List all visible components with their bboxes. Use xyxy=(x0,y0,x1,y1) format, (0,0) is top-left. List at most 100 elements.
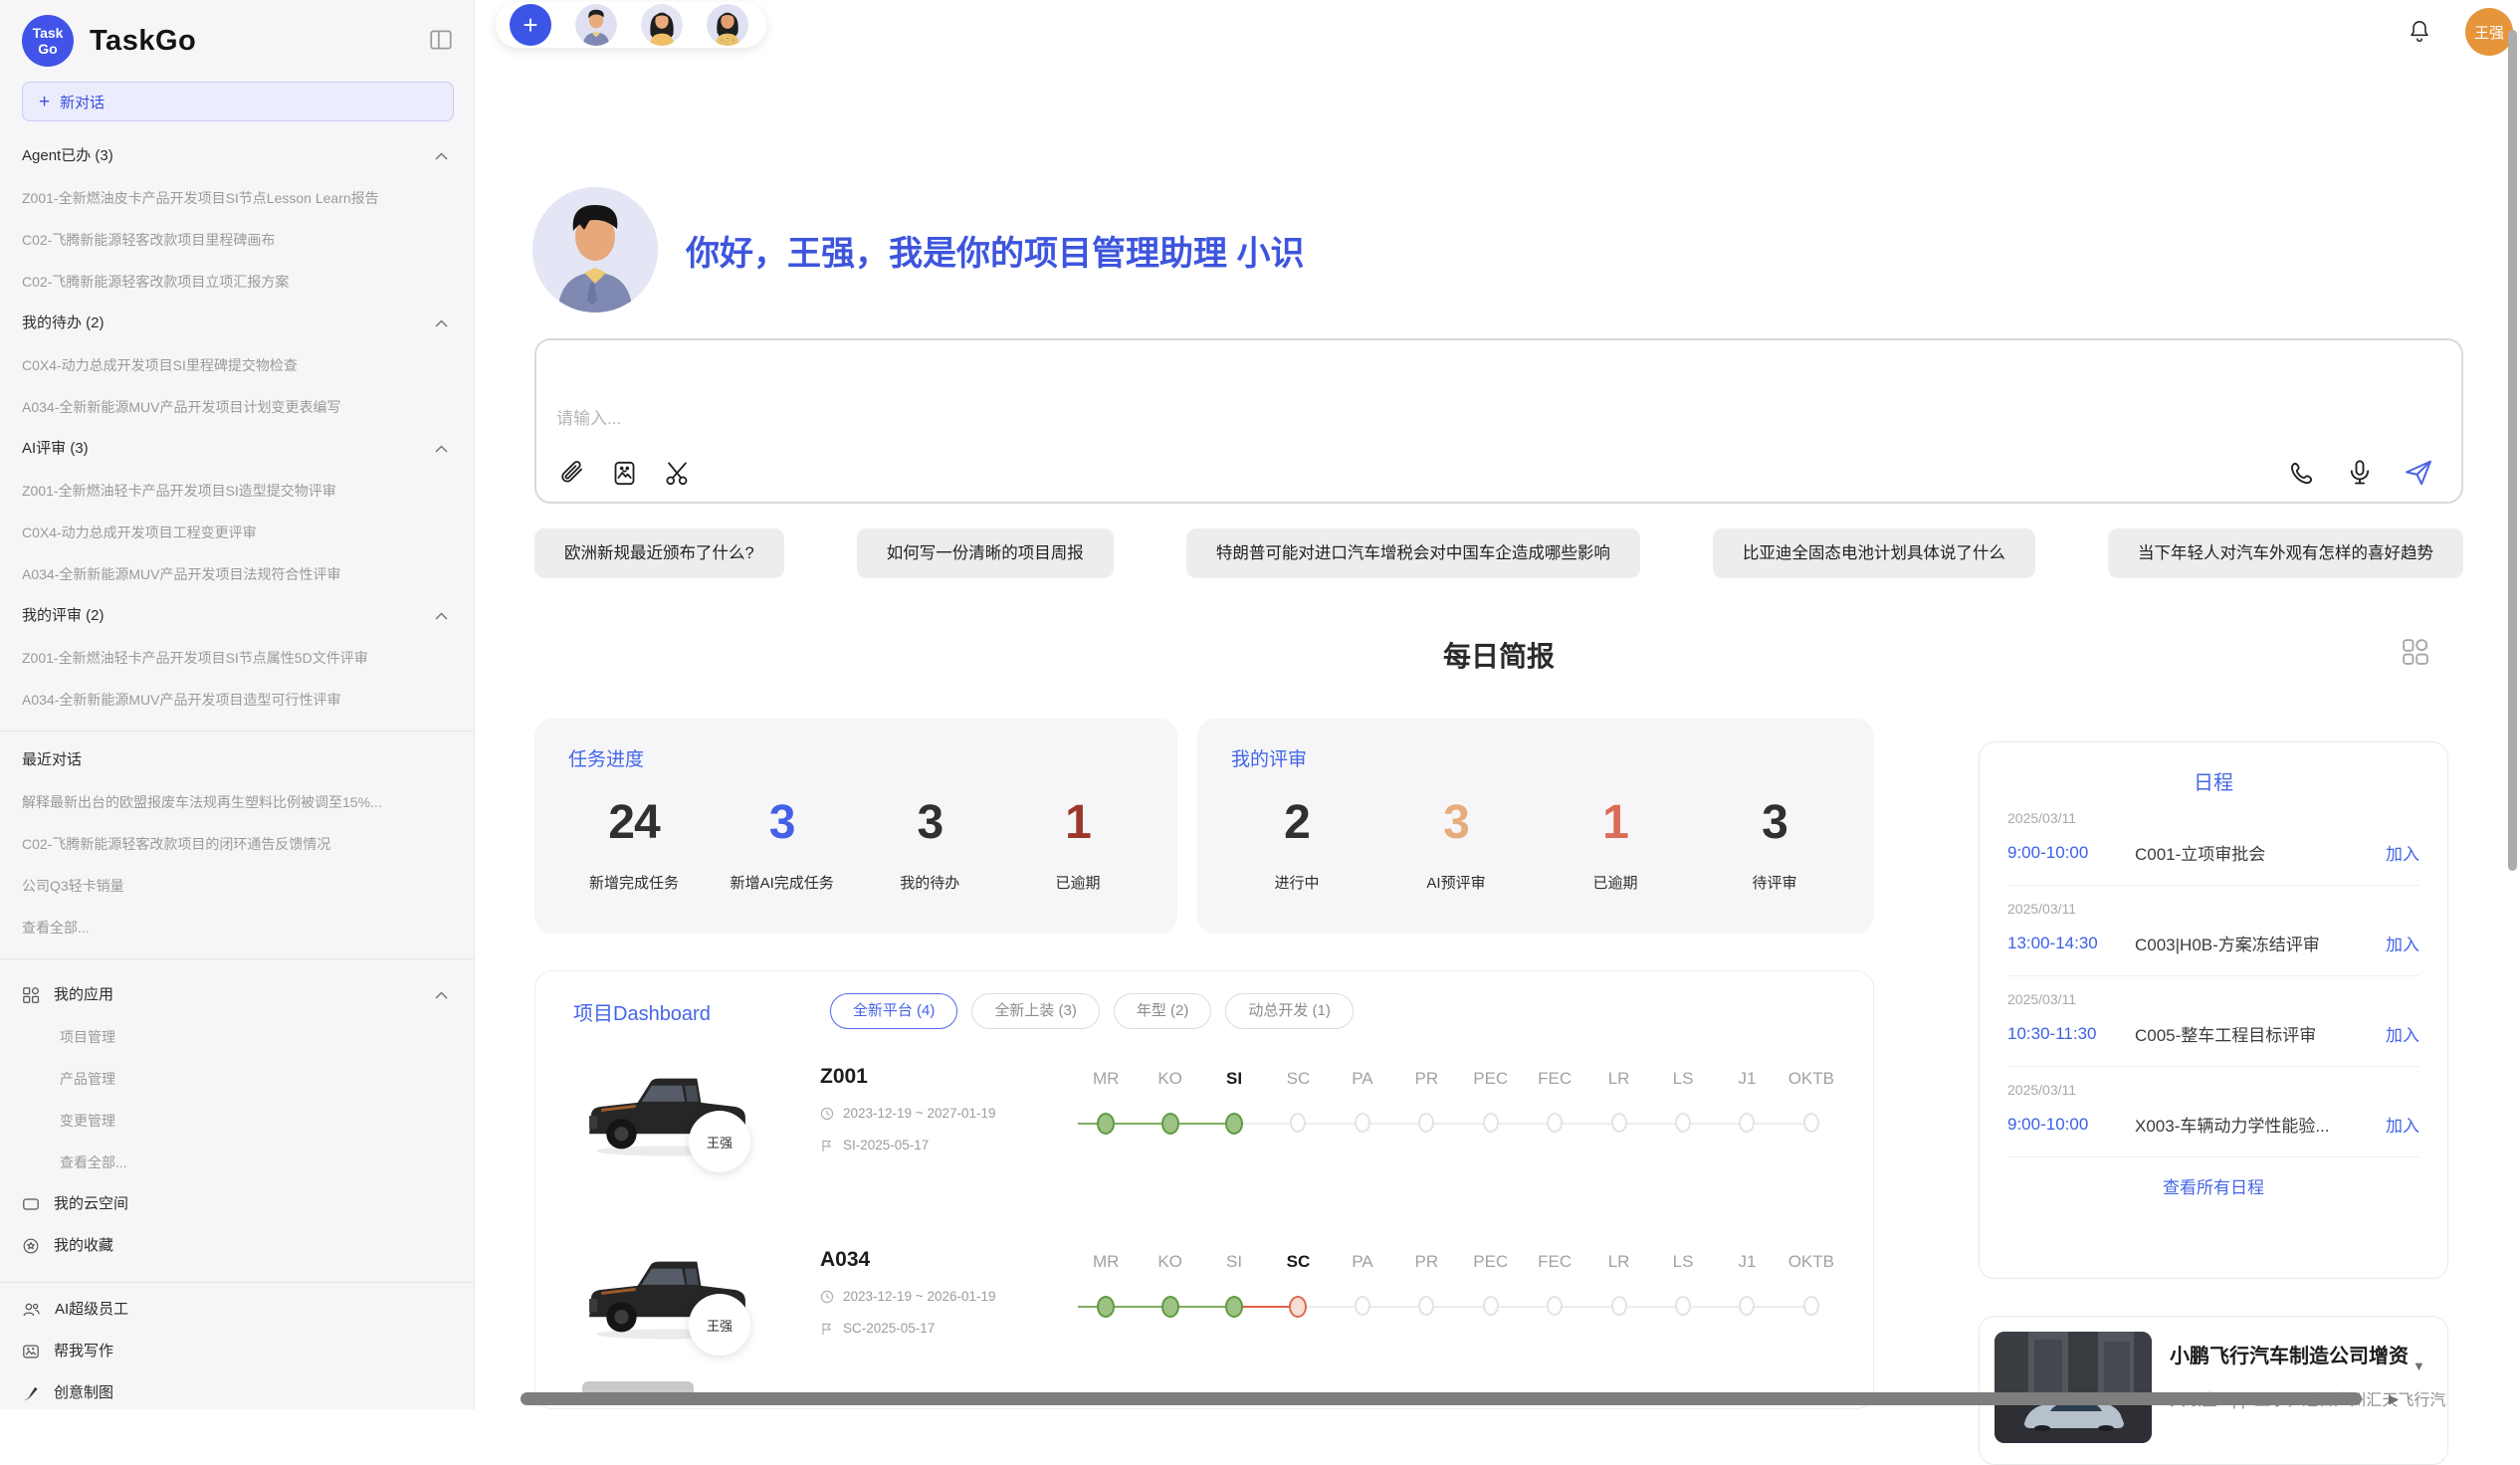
milestone-dot-pending xyxy=(1355,1296,1370,1316)
tab-model-year[interactable]: 年型 (2) xyxy=(1114,993,1212,1029)
sidebar-task-item[interactable]: C0X4-动力总成开发项目工程变更评审 xyxy=(22,512,454,553)
milestone-dot-pending xyxy=(1418,1296,1434,1316)
schedule-time: 9:00-10:00 xyxy=(2007,1115,2135,1135)
sidebar-task-item[interactable]: C0X4-动力总成开发项目SI里程碑提交物检查 xyxy=(22,344,454,386)
chat-input[interactable] xyxy=(536,340,2461,444)
join-meeting-link[interactable]: 加入 xyxy=(2386,840,2419,865)
agent-avatar[interactable] xyxy=(641,4,683,46)
milestone-dot-pending xyxy=(1611,1296,1627,1316)
news-card[interactable]: 小鹏飞行汽车制造公司增资 天眼查 App 显示，近日广州汇天飞行汽... xyxy=(1979,1316,2448,1465)
stat-label: 新增AI完成任务 xyxy=(731,872,834,893)
sidebar-task-item[interactable]: Z001-全新燃油轻卡产品开发项目SI造型提交物评审 xyxy=(22,470,454,512)
tab-new-platform[interactable]: 全新平台 (4) xyxy=(830,993,958,1029)
sidebar-task-item[interactable]: C02-飞腾新能源轻客改款项目立项汇报方案 xyxy=(22,261,454,303)
chevron-up-icon[interactable] xyxy=(435,319,448,327)
sidebar-task-item[interactable]: Z001-全新燃油皮卡产品开发项目SI节点Lesson Learn报告 xyxy=(22,177,454,219)
sidebar-item-ai-staff[interactable]: AI超级员工 xyxy=(22,1289,454,1331)
project-row-a034[interactable]: 王强 A034 2023-12-19 ~ 2026-01-19 SC-2025-… xyxy=(565,1244,1843,1395)
sidebar-task-item[interactable]: Z001-全新燃油轻卡产品开发项目SI节点属性5D文件评审 xyxy=(22,637,454,679)
microphone-icon[interactable] xyxy=(2346,459,2374,487)
agent-avatar[interactable] xyxy=(707,4,748,46)
sidebar-task-item[interactable]: A034-全新新能源MUV产品开发项目法规符合性评审 xyxy=(22,553,454,595)
schedule-date: 2025/03/11 xyxy=(2007,901,2419,917)
milestone-label: FEC xyxy=(1538,1252,1572,1296)
layout-grid-icon[interactable] xyxy=(2401,637,2430,667)
suggestion-chip[interactable]: 欧洲新规最近颁布了什么? xyxy=(534,528,784,578)
milestone-dot-pending xyxy=(1739,1113,1755,1133)
dashboard-title: 项目Dashboard xyxy=(573,997,711,1026)
greeting-title: 你好，王强，我是你的项目管理助理 小识 xyxy=(686,226,1304,275)
project-row-z001[interactable]: 王强 Z001 2023-12-19 ~ 2027-01-19 SI-2025-… xyxy=(565,1061,1843,1212)
send-icon[interactable] xyxy=(2404,458,2433,488)
recent-chat-item[interactable]: C02-飞腾新能源轻客改款项目的闭环通告反馈情况 xyxy=(22,823,454,865)
voice-call-icon[interactable] xyxy=(2288,459,2316,487)
app-item-change-mgmt[interactable]: 变更管理 xyxy=(22,1100,454,1142)
app-item-project-mgmt[interactable]: 项目管理 xyxy=(22,1016,454,1058)
sidebar-task-item[interactable]: C02-飞腾新能源轻客改款项目里程碑画布 xyxy=(22,219,454,261)
suggestion-chip[interactable]: 比亚迪全固态电池计划具体说了什么 xyxy=(1713,528,2035,578)
horizontal-scrollbar[interactable] xyxy=(521,1392,2362,1405)
project-image: 王强 xyxy=(583,1244,790,1346)
stat-value: 24 xyxy=(608,795,659,850)
suggestion-chip[interactable]: 特朗普可能对进口汽车增税会对中国车企造成哪些影响 xyxy=(1186,528,1640,578)
recent-chats-header: 最近对话 xyxy=(22,739,454,781)
milestone-label: LS xyxy=(1673,1069,1694,1113)
chevron-up-icon[interactable] xyxy=(435,612,448,620)
vertical-scrollbar[interactable] xyxy=(2508,30,2517,871)
apps-view-all[interactable]: 查看全部... xyxy=(22,1142,454,1183)
join-meeting-link[interactable]: 加入 xyxy=(2386,931,2419,955)
chevron-up-icon[interactable] xyxy=(435,445,448,453)
stat-label: AI预评审 xyxy=(1426,872,1485,893)
milestone-dot-pending xyxy=(1675,1296,1691,1316)
chevron-up-icon[interactable] xyxy=(435,991,448,999)
sidebar-item-my-apps[interactable]: 我的应用 xyxy=(22,974,454,1016)
app-item-product-mgmt[interactable]: 产品管理 xyxy=(22,1058,454,1100)
schedule-item: 2025/03/11 10:30-11:30 C005-整车工程目标评审 加入 xyxy=(2007,976,2419,1067)
sidebar-item-cloud-space[interactable]: 我的云空间 xyxy=(22,1183,454,1225)
milestone-dot-pending xyxy=(1739,1296,1755,1316)
suggestion-chip[interactable]: 当下年轻人对汽车外观有怎样的喜好趋势 xyxy=(2108,528,2463,578)
suggestion-chip[interactable]: 如何写一份清晰的项目周报 xyxy=(857,528,1114,578)
image-upload-icon[interactable] xyxy=(611,460,638,487)
sidebar-task-item[interactable]: A034-全新新能源MUV产品开发项目造型可行性评审 xyxy=(22,679,454,721)
section-header-my-todo[interactable]: 我的待办 (2) xyxy=(22,303,454,344)
new-chat-button[interactable]: + 新对话 xyxy=(22,82,454,121)
user-avatar[interactable]: 王强 xyxy=(2465,8,2513,56)
join-meeting-link[interactable]: 加入 xyxy=(2386,1112,2419,1137)
daily-briefing-title: 每日简报 xyxy=(534,635,2463,675)
recent-chats-view-all[interactable]: 查看全部... xyxy=(22,907,454,948)
section-header-ai-review[interactable]: AI评审 (3) xyxy=(22,428,454,470)
view-all-schedule-link[interactable]: 查看所有日程 xyxy=(2007,1173,2419,1198)
sidebar-task-item[interactable]: A034-全新新能源MUV产品开发项目计划变更表编写 xyxy=(22,386,454,428)
section-header-my-review[interactable]: 我的评审 (2) xyxy=(22,595,454,637)
recent-chat-item[interactable]: 公司Q3轻卡销量 xyxy=(22,865,454,907)
stat-pending-review: 3 待评审 xyxy=(1719,795,1830,893)
favorites-label: 我的收藏 xyxy=(54,1225,454,1267)
sidebar-item-help-write[interactable]: 帮我写作 xyxy=(22,1331,454,1372)
sidebar-item-creative-draw[interactable]: 创意制图 xyxy=(22,1372,454,1414)
chevron-up-icon[interactable] xyxy=(435,152,448,160)
notification-bell-icon[interactable] xyxy=(2407,18,2432,44)
scroll-down-arrow[interactable]: ▼ xyxy=(2413,1360,2425,1372)
stat-ai-prereview: 3 AI预评审 xyxy=(1400,795,1512,893)
scroll-right-arrow[interactable]: ▶ xyxy=(2389,1392,2399,1405)
stat-label: 已逾期 xyxy=(1592,872,1637,893)
stat-my-todo: 3 我的待办 xyxy=(874,795,985,893)
add-agent-button[interactable]: + xyxy=(510,4,551,46)
tab-powertrain[interactable]: 动总开发 (1) xyxy=(1225,993,1354,1029)
sidebar-collapse-icon[interactable] xyxy=(428,27,454,53)
section-header-agent-done[interactable]: Agent已办 (3) xyxy=(22,135,454,177)
schedule-item: 2025/03/11 13:00-14:30 C003|H0B-方案冻结评审 加… xyxy=(2007,886,2419,976)
recent-chat-item[interactable]: 解释最新出台的欧盟报废车法规再生塑料比例被调至15%... xyxy=(22,781,454,823)
stat-new-ai-completed: 3 新增AI完成任务 xyxy=(727,795,838,893)
join-meeting-link[interactable]: 加入 xyxy=(2386,1021,2419,1046)
chat-toolbar xyxy=(558,458,2433,488)
stat-label: 待评审 xyxy=(1752,872,1796,893)
sidebar-item-favorites[interactable]: 我的收藏 xyxy=(22,1225,454,1267)
agent-avatar[interactable] xyxy=(575,4,617,46)
creative-draw-icon xyxy=(22,1384,40,1402)
attachment-icon[interactable] xyxy=(558,460,585,487)
tab-new-bodywork[interactable]: 全新上装 (3) xyxy=(971,993,1100,1029)
scissors-icon[interactable] xyxy=(664,460,691,487)
project-code: Z001 xyxy=(820,1065,1074,1089)
